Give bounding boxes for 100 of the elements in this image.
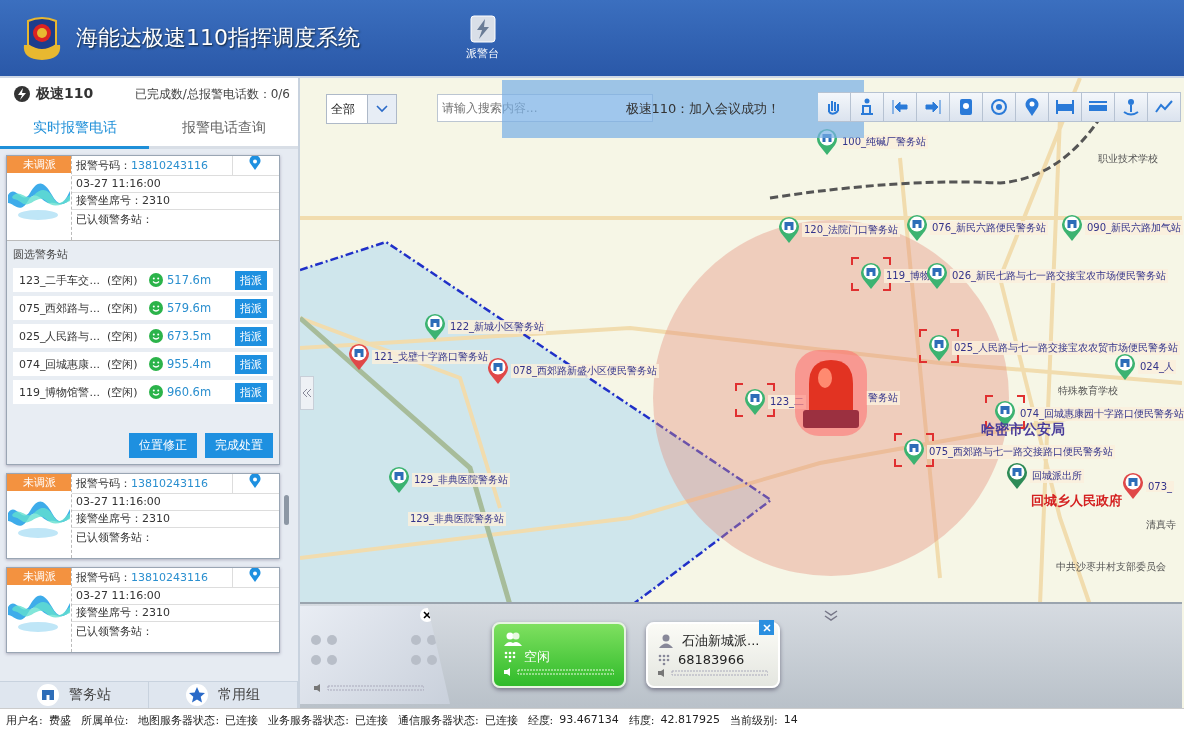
alarm-call-card[interactable] — [6, 155, 280, 465]
station-name: 025_人民路与... — [19, 328, 101, 344]
status-badge: 未调派 — [7, 474, 71, 491]
station-label: 129_非典医院警务站 — [408, 512, 507, 526]
measure-ruler-tool-button[interactable] — [1082, 92, 1115, 122]
status-label: 业务服务器状态: — [268, 713, 349, 728]
station-status: (空闲) — [107, 384, 139, 400]
station-label: 076_新民六路便民警务站 — [930, 221, 1049, 235]
group-icon — [504, 632, 522, 646]
station-row[interactable]: 075_西郊路与... (空闲) 579.6m 指派 — [13, 296, 273, 320]
section-title: 圆选警务站 — [13, 247, 69, 262]
station-row[interactable]: 074_回城惠康... (空闲) 955.4m 指派 — [13, 352, 273, 376]
alarm-call-card[interactable]: 未调派 报警号码：13810243116 03-27 11:16:00 接警坐席号：2310 已认领警务站： — [6, 473, 280, 559]
station-status: (空闲) — [107, 300, 139, 316]
station-status: (空闲) — [107, 328, 139, 344]
place-name: 中共沙枣井村支部委员会 — [1056, 560, 1166, 574]
location-pin-icon[interactable] — [249, 474, 261, 488]
station-pin-icon[interactable] — [928, 334, 950, 362]
scrollbar-thumb[interactable] — [284, 495, 289, 525]
station-label: 129_非典医院警务站 — [412, 473, 511, 487]
person-icon — [658, 634, 674, 648]
smiley-icon — [149, 385, 163, 399]
double-chevron-down-icon[interactable] — [824, 610, 838, 622]
arrow-left-tool-button[interactable] — [884, 92, 917, 122]
seat-number-text: 接警坐席号：2310 — [76, 511, 170, 527]
smiley-icon — [149, 329, 163, 343]
station-pin-icon[interactable] — [903, 438, 925, 466]
station-pin-icon[interactable] — [487, 357, 509, 385]
tab[interactable]: 实时报警电话 — [0, 110, 149, 149]
station-pin-icon[interactable] — [1122, 472, 1144, 500]
status-label: 通信服务器状态: — [397, 713, 479, 728]
phone-number-text: 报警号码：13810243116 — [76, 569, 208, 586]
phone-number-text: 68183966 — [678, 652, 745, 667]
station-name: 123_二手车交... — [19, 272, 101, 288]
place-name: 哈密市公安局 — [981, 421, 1065, 439]
bottom-tab[interactable]: 警务站 — [0, 682, 149, 708]
status-value: 93.467134 — [559, 713, 619, 728]
smiley-icon — [149, 301, 163, 315]
smiley-icon — [149, 273, 163, 287]
collapse-panel-button[interactable] — [300, 376, 314, 410]
category-dropdown[interactable]: 全部 — [326, 94, 397, 124]
station-pin-icon[interactable] — [424, 313, 446, 341]
status-label: 经度: — [527, 713, 554, 728]
status-label: 当前级别: — [730, 713, 778, 728]
location-pin-icon[interactable] — [249, 568, 261, 582]
station-pin-icon[interactable] — [348, 343, 370, 371]
siren-icon — [795, 350, 867, 436]
claimed-station-text: 已认领警务站： — [76, 624, 153, 640]
place-name: 清真寺 — [1146, 518, 1176, 532]
seat-number-text: 接警坐席号：2310 — [76, 605, 170, 621]
call-slot-card[interactable]: 石油新城派... 68183966 — [646, 622, 780, 688]
station-status: (空闲) — [107, 272, 139, 288]
station-label: 090_新民六路加气站 — [1085, 221, 1184, 235]
target-pin-tool-button[interactable] — [983, 92, 1016, 122]
station-pin-icon[interactable] — [1114, 353, 1136, 381]
status-value: 已连接 — [225, 713, 259, 728]
place-name: 职业技术学校 — [1098, 152, 1158, 166]
station-pin-icon[interactable] — [860, 262, 882, 290]
place-name: 特殊教育学校 — [1058, 384, 1118, 398]
app-title: 海能达极速110指挥调度系统 — [76, 24, 361, 52]
station-pin-icon[interactable] — [1061, 214, 1083, 242]
station-row[interactable]: 123_二手车交... (空闲) 517.6m 指派 — [13, 268, 273, 292]
arrow-right-tool-button[interactable] — [917, 92, 950, 122]
bottom-tab[interactable]: 常用组 — [149, 682, 298, 708]
ruler-tool-button[interactable] — [1049, 92, 1082, 122]
lightning-icon — [14, 86, 30, 102]
line-chart-tool-button[interactable] — [1148, 92, 1181, 122]
status-badge: 未调派 — [7, 156, 71, 173]
status-badge: 未调派 — [7, 568, 71, 585]
person-tool-button[interactable] — [851, 92, 884, 122]
map-pin-tool-button[interactable] — [1016, 92, 1049, 122]
call-time-text: 03-27 11:16:00 — [76, 176, 161, 192]
dialpad-icon — [504, 651, 516, 663]
alarm-call-card[interactable]: 未调派 报警号码：13810243116 03-27 11:16:00 接警坐席号：2310 已认领警务站： — [6, 567, 280, 653]
station-pin-icon[interactable] — [906, 214, 928, 242]
anchor-pin-tool-button[interactable] — [1115, 92, 1148, 122]
station-label: 078_西郊路新盛小区便民警务站 — [511, 364, 660, 378]
station-pin-icon[interactable] — [744, 388, 766, 416]
station-pin-icon[interactable] — [1006, 462, 1028, 490]
hand-tool-button[interactable] — [818, 92, 851, 122]
phone-number-text: 报警号码：13810243116 — [76, 157, 208, 174]
location-pin-icon[interactable] — [249, 156, 261, 170]
station-label: 026_新民七路与七一路交接宝农市场便民警务站 — [950, 269, 1169, 283]
station-row[interactable]: 119_博物馆警... (空闲) 960.6m 指派 — [13, 380, 273, 404]
distance-text: 579.6m — [167, 301, 213, 315]
status-label: 地图服务器状态: — [138, 713, 220, 728]
close-icon — [423, 611, 431, 619]
station-row[interactable]: 025_人民路与... (空闲) 673.5m 指派 — [13, 324, 273, 348]
star-icon — [186, 684, 208, 706]
tab[interactable]: 报警电话查询 — [149, 110, 298, 149]
dispatch-desk-button[interactable]: 派警台 — [466, 15, 499, 61]
seat-number-text: 接警坐席号：2310 — [76, 193, 170, 209]
station-label: 123_二 — [768, 395, 807, 409]
dialpad-icon — [658, 653, 670, 666]
station-label: 122_新城小区警务站 — [448, 320, 547, 334]
distance-text: 517.6m — [167, 273, 213, 287]
station-pin-icon[interactable] — [778, 216, 800, 244]
claimed-station-text: 已认领警务站： — [76, 212, 153, 228]
station-pin-icon[interactable] — [388, 466, 410, 494]
call-time-text: 03-27 11:16:00 — [76, 588, 161, 604]
